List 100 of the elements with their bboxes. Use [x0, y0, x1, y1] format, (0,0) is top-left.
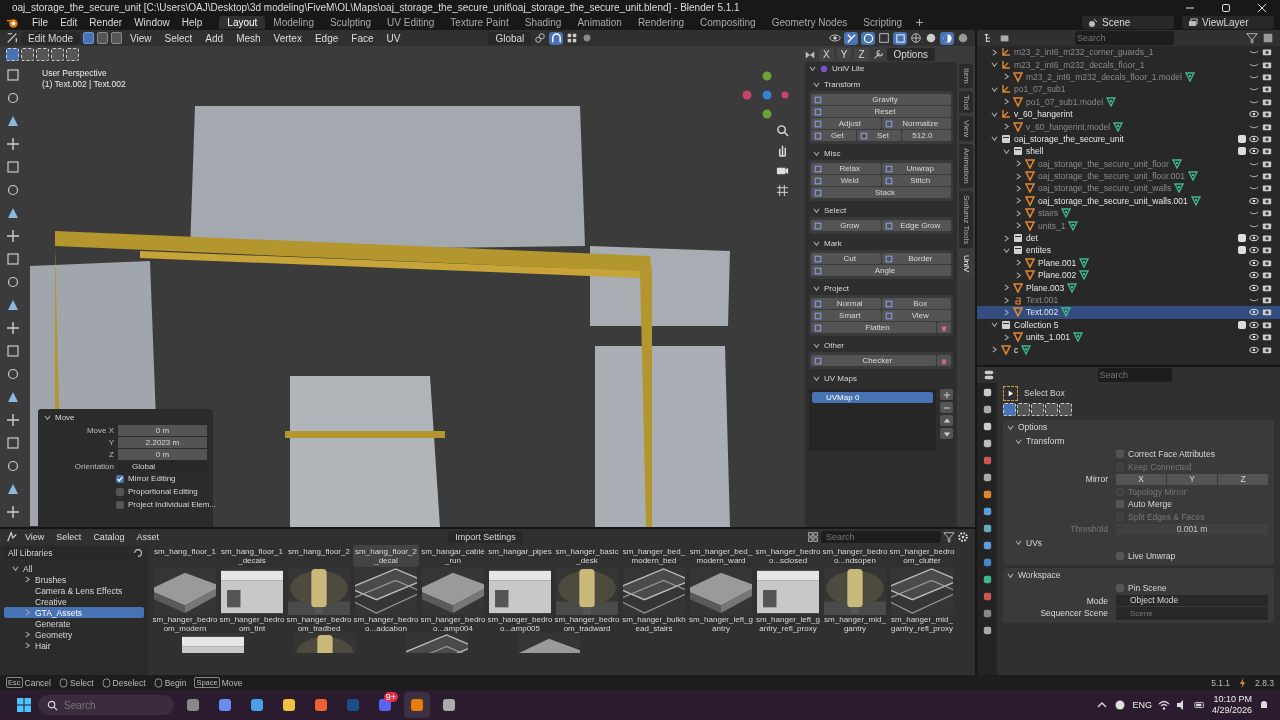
mesh-data-icon[interactable]: [1072, 332, 1083, 343]
outliner-row[interactable]: m23_2_int6_m232_corner_guards_1: [977, 46, 1280, 59]
mirror-axis-button[interactable]: Y: [836, 48, 852, 61]
select-mode-button[interactable]: [97, 32, 109, 44]
tool-button[interactable]: Normal: [811, 298, 881, 309]
camera-icon[interactable]: [1262, 208, 1272, 219]
asset-name[interactable]: sm_hangar_pipes: [487, 545, 553, 567]
library-catalog[interactable]: Creative: [4, 596, 144, 607]
mirror-axis-button[interactable]: Z: [854, 48, 869, 61]
number-field[interactable]: 0 m: [118, 448, 207, 460]
tool-button[interactable]: Grow: [811, 220, 881, 231]
import-settings-dropdown[interactable]: Import Settings: [448, 531, 523, 543]
asset-name[interactable]: sm_hang_floor_2_decal: [353, 545, 419, 567]
menu-item[interactable]: Edge: [309, 32, 344, 44]
eye-icon[interactable]: [1249, 344, 1259, 355]
properties-tab-icon[interactable]: [981, 557, 993, 568]
tool-button[interactable]: Gravity: [811, 94, 951, 105]
editor-type-icon[interactable]: [983, 369, 995, 381]
overlays-button[interactable]: [861, 31, 875, 45]
camera-icon[interactable]: [1262, 47, 1272, 58]
asset-tile[interactable]: sm_hanger_bulkhead_stairs: [621, 567, 687, 633]
uv-map-item[interactable]: UVMap 0: [812, 392, 933, 403]
outliner-row[interactable]: c: [977, 343, 1280, 356]
exclude-checkbox[interactable]: [1238, 246, 1246, 255]
workspace-tab[interactable]: Modeling: [265, 16, 322, 29]
number-field[interactable]: 0 m: [118, 424, 207, 436]
mode-dropdown[interactable]: Edit Mode: [21, 31, 81, 45]
invert-mode-icon[interactable]: [51, 48, 64, 61]
asset-name[interactable]: sm_hang_floor_2: [286, 545, 352, 567]
workspace-tab[interactable]: Shading: [516, 16, 570, 29]
mesh-data-icon[interactable]: [1061, 307, 1072, 318]
workspace-tab[interactable]: Compositing: [692, 16, 764, 29]
sidebar-tab[interactable]: Sollumz Tools: [959, 191, 973, 249]
tool-icon[interactable]: [6, 183, 20, 197]
menu-item[interactable]: Help: [176, 17, 208, 28]
workspace-tab[interactable]: Geometry Nodes: [763, 16, 856, 29]
mesh-data-icon[interactable]: [1113, 121, 1124, 132]
eye-icon[interactable]: [1249, 282, 1259, 293]
solid-shading-icon[interactable]: [925, 32, 937, 44]
properties-tab-icon[interactable]: [981, 421, 993, 432]
mesh-data-icon[interactable]: [1106, 96, 1117, 107]
outliner-row[interactable]: v_60_hangerint.model: [977, 120, 1280, 133]
visibility-icon[interactable]: [829, 32, 841, 44]
checkbox[interactable]: [1116, 584, 1124, 593]
trash-button[interactable]: [937, 322, 951, 333]
mesh-data-icon[interactable]: [1079, 270, 1090, 281]
subtract-mode-icon[interactable]: [36, 48, 49, 61]
library-catalog[interactable]: Generate: [4, 618, 144, 629]
orientation-dropdown[interactable]: Global: [488, 31, 532, 45]
library-catalog[interactable]: Hair: [4, 640, 144, 651]
hand-icon[interactable]: [776, 144, 789, 157]
outliner-row[interactable]: oaj_storage_the_secure_unit: [977, 132, 1280, 146]
extend-mode-icon[interactable]: [1017, 403, 1030, 416]
zoom-icon[interactable]: [776, 124, 789, 137]
clock-time[interactable]: 10:10 PM: [1213, 694, 1252, 705]
tool-button[interactable]: Stitch: [881, 175, 951, 186]
asset-tile[interactable]: sm_hanger_mid_gantry_refl_proxy: [889, 567, 955, 633]
exclude-checkbox[interactable]: [1238, 147, 1246, 156]
camera-icon[interactable]: [1262, 295, 1272, 305]
add-icon[interactable]: [940, 389, 953, 400]
extend-mode-icon[interactable]: [21, 48, 34, 61]
camera-icon[interactable]: [1262, 109, 1272, 120]
outliner-row[interactable]: oaj_storage_the_secure_unit_walls.001: [977, 194, 1280, 208]
mesh-data-icon[interactable]: [1079, 257, 1090, 268]
menu-item[interactable]: Select: [159, 32, 198, 44]
sidebar-tab[interactable]: View: [959, 116, 973, 142]
checkbox[interactable]: [1116, 450, 1124, 459]
exclude-checkbox[interactable]: [1238, 320, 1246, 329]
outliner-row[interactable]: po1_07_sub1: [977, 83, 1280, 96]
filter-icon[interactable]: [1246, 32, 1258, 44]
wireframe-shading-icon[interactable]: [910, 32, 922, 44]
menu-item[interactable]: Window: [129, 17, 175, 28]
asset-name[interactable]: sm_hanger_bed_modern_bed: [621, 545, 687, 567]
trash-button[interactable]: [937, 355, 951, 366]
tool-icon[interactable]: [6, 114, 20, 128]
properties-tab-icon[interactable]: [981, 472, 993, 483]
outliner-row[interactable]: Text.001: [977, 293, 1280, 307]
move-up-icon[interactable]: [940, 415, 953, 426]
display-mode-icon[interactable]: [999, 32, 1011, 44]
camera-icon[interactable]: [1262, 270, 1272, 281]
mesh-data-icon[interactable]: [1061, 208, 1072, 219]
asset-name[interactable]: sm_hanger_bed_modern_ward: [688, 545, 754, 567]
outliner-row[interactable]: units_1.001: [977, 331, 1280, 344]
asset-tile[interactable]: sm_hanger_bedroom_tradward: [554, 567, 620, 633]
tool-button[interactable]: Get: [811, 130, 856, 141]
asset-name[interactable]: sm_hanger_bedroom_clutter: [889, 545, 955, 567]
tool-button[interactable]: Relax: [811, 163, 881, 174]
asset-tile[interactable]: sm_hanger_left_gantry_refl_proxy: [755, 567, 821, 633]
intersect-mode-icon[interactable]: [66, 48, 79, 61]
asset-tile[interactable]: sm_hanger_bedroom_modern: [152, 567, 218, 633]
search-field[interactable]: Search: [821, 531, 941, 543]
eye-icon[interactable]: [1249, 319, 1259, 330]
gizmo-button[interactable]: [844, 31, 858, 45]
mesh-data-icon[interactable]: [1174, 183, 1185, 194]
eye-icon[interactable]: [1249, 133, 1259, 144]
tool-button[interactable]: Border: [881, 253, 951, 264]
menu-item[interactable]: UV: [381, 32, 406, 44]
link-icon[interactable]: [534, 32, 547, 44]
mesh-data-icon[interactable]: [1021, 344, 1032, 355]
asset-tile[interactable]: sm_hanger_bedroo...amp004: [420, 567, 486, 633]
